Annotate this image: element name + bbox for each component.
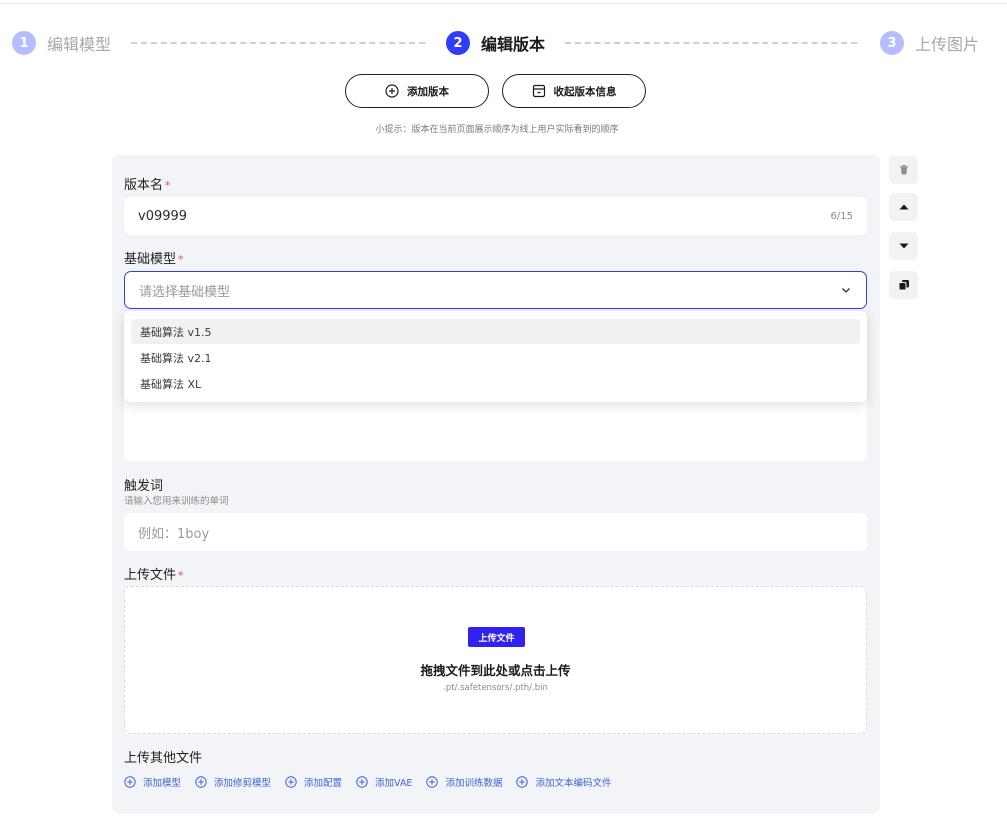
plus-circle-icon — [124, 776, 136, 788]
step-connector — [131, 42, 425, 44]
version-name-value: v09999 — [138, 208, 188, 224]
add-model-link[interactable]: 添加模型 — [124, 775, 181, 789]
required-mark: * — [178, 569, 184, 582]
version-name-input[interactable]: v09999 6/15 — [124, 197, 867, 235]
step-label: 上传图片 — [915, 35, 980, 54]
move-down-button[interactable] — [889, 232, 918, 260]
collapse-icon — [532, 84, 545, 98]
base-model-label-text: 基础模型 — [124, 252, 177, 267]
base-model-select[interactable]: 请选择基础模型 — [124, 271, 867, 309]
top-divider — [0, 0, 1007, 4]
other-files-label: 上传其他文件 — [124, 751, 203, 766]
add-link-label: 添加修剪模型 — [214, 778, 272, 789]
base-model-option[interactable]: 基础算法 XL — [131, 371, 860, 396]
base-model-dropdown: 基础算法 v1.5 基础算法 v2.1 基础算法 XL — [124, 311, 867, 402]
add-link-label: 添加配置 — [304, 778, 343, 789]
trigger-words-label: 触发词 — [124, 479, 164, 494]
plus-circle-icon — [385, 84, 399, 98]
char-counter: 6/15 — [830, 210, 853, 222]
collapse-version-info-label: 收起版本信息 — [553, 85, 617, 98]
base-model-option[interactable]: 基础算法 v2.1 — [131, 345, 860, 370]
add-vae-link[interactable]: 添加VAE — [356, 775, 412, 789]
version-name-label-text: 版本名 — [124, 178, 164, 193]
upload-file-button[interactable]: 上传文件 — [468, 627, 525, 647]
required-mark: * — [178, 253, 184, 266]
step-edit-model[interactable]: 1 编辑模型 — [12, 31, 111, 55]
chevron-down-icon — [842, 288, 850, 293]
copy-icon — [898, 280, 909, 291]
add-link-label: 添加模型 — [143, 778, 182, 789]
add-version-label: 添加版本 — [407, 85, 449, 98]
plus-circle-icon — [356, 776, 368, 788]
step-label: 编辑版本 — [481, 35, 546, 54]
plus-circle-icon — [516, 776, 529, 788]
copy-version-button[interactable] — [889, 271, 918, 299]
base-model-placeholder: 请选择基础模型 — [139, 284, 231, 300]
trash-icon — [899, 165, 908, 175]
step-number: 1 — [12, 31, 36, 55]
file-dropzone[interactable]: 上传文件 拖拽文件到此处或点击上传 .pt/.safetensors/.pth/… — [124, 586, 867, 734]
accepted-formats: .pt/.safetensors/.pth/.bin — [443, 683, 548, 693]
step-label: 编辑模型 — [47, 35, 112, 54]
move-down-icon — [899, 243, 908, 249]
version-name-label: 版本名 * — [124, 174, 171, 193]
collapse-version-info-button[interactable]: 收起版本信息 — [502, 74, 646, 108]
step-upload-images[interactable]: 3 上传图片 — [880, 31, 979, 55]
trigger-words-hint: 请输入您用来训练的单词 — [124, 496, 229, 507]
dropzone-title: 拖拽文件到此处或点击上传 — [420, 663, 571, 678]
ordering-tip: 小提示：版本在当前页面展示顺序为线上用户实际看到的顺序 — [375, 125, 619, 135]
plus-circle-icon — [195, 776, 207, 788]
step-connector — [565, 42, 857, 44]
base-model-label: 基础模型 * — [124, 248, 184, 267]
base-model-option[interactable]: 基础算法 v1.5 — [131, 319, 860, 344]
required-mark: * — [165, 179, 171, 192]
step-number: 3 — [880, 31, 904, 55]
upload-file-label: 上传文件 * — [124, 564, 184, 583]
add-training-data-link[interactable]: 添加训练数据 — [426, 775, 502, 789]
add-link-label: 添加训练数据 — [445, 778, 503, 789]
delete-version-button[interactable] — [889, 156, 918, 184]
step-edit-version[interactable]: 2 编辑版本 — [446, 31, 545, 55]
step-number: 2 — [446, 31, 470, 55]
add-config-link[interactable]: 添加配置 — [285, 775, 342, 789]
move-up-button[interactable] — [889, 193, 918, 221]
add-text-encoder-link[interactable]: 添加文本编码文件 — [516, 775, 611, 789]
description-field[interactable] — [124, 395, 867, 461]
add-pruned-model-link[interactable]: 添加修剪模型 — [195, 775, 271, 789]
add-link-label: 添加文本编码文件 — [535, 778, 612, 789]
move-up-icon — [899, 204, 908, 210]
plus-circle-icon — [285, 776, 297, 788]
add-link-label: 添加VAE — [375, 778, 413, 789]
add-file-links: 添加模型 添加修剪模型 添加配置 添加VAE 添加训练数据 添加文本编码文件 — [124, 774, 625, 790]
plus-circle-icon — [426, 776, 439, 788]
upload-file-label-text: 上传文件 — [124, 568, 177, 583]
trigger-words-placeholder: 例如：1boy — [138, 526, 210, 542]
add-version-button[interactable]: 添加版本 — [345, 74, 489, 108]
trigger-words-input[interactable]: 例如：1boy — [124, 513, 867, 551]
